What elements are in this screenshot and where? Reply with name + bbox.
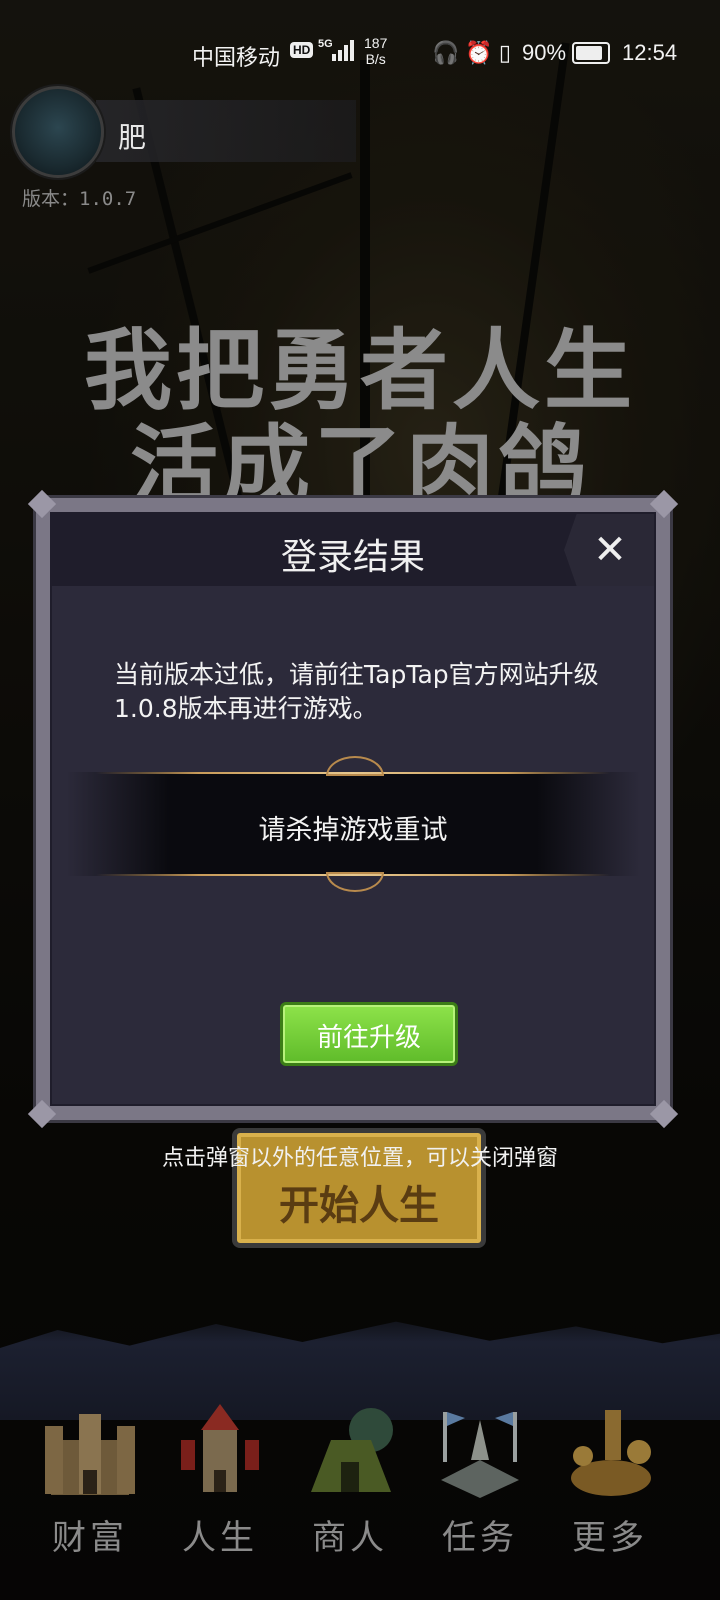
upgrade-button-label: 前往升级 (316, 1023, 421, 1053)
headphone-icon: 🎧 (432, 40, 466, 65)
ornament-bottom-icon (326, 872, 384, 892)
alarm-icon: ⏰ (465, 40, 499, 65)
dialog-message: 当前版本过低，请前往TapTap官方网站升级1.0.8版本再进行游戏。 (114, 660, 599, 723)
tower-icon (181, 1404, 259, 1492)
clock: 12:54 (622, 40, 678, 65)
retry-banner: 请杀掉游戏重试 (66, 756, 640, 892)
network-type: 5G (318, 38, 333, 50)
close-icon: ✕ (593, 527, 627, 573)
vibrate-icon: ▯ (498, 40, 517, 65)
castle-icon (45, 1414, 135, 1495)
retry-banner-text: 请杀掉游戏重试 (258, 815, 448, 846)
dialog-title: 登录结果 (280, 537, 425, 578)
close-button[interactable]: ✕ (584, 524, 636, 576)
status-bar: 中国移动 HD 5G 187 B/s 🎧⏰▯ 90% 12:54 (0, 0, 720, 104)
start-life-label: 开始人生 (279, 1183, 439, 1229)
nav-item-life[interactable]: 人生 (155, 1390, 285, 1600)
version-label: 版本：1.0.7 (22, 188, 137, 210)
nav-label-life: 人生 (182, 1518, 258, 1558)
upgrade-button[interactable]: 前往升级 (280, 1002, 458, 1066)
quest-altar-icon (441, 1412, 519, 1498)
player-name: 肥 (118, 121, 147, 154)
nav-label-quest: 任务 (442, 1518, 518, 1558)
login-result-dialog: 登录结果 ✕ 当前版本过低，请前往TapTap官方网站升级1.0.8版本再进行游… (27, 489, 679, 1129)
battery-percent: 90% (522, 40, 567, 65)
nav-item-merchant[interactable]: 商人 (285, 1390, 415, 1600)
nav-item-wealth[interactable]: 财富 (25, 1390, 155, 1600)
headphone-alarm-vibrate-icons: 🎧⏰▯ (432, 40, 517, 66)
nav-item-quest[interactable]: 任务 (415, 1390, 545, 1600)
bottom-nav: 财富 人生 商人 任务 更多 (0, 1390, 720, 1600)
workshop-icon (571, 1410, 651, 1496)
nav-label-more: 更多 (572, 1518, 648, 1558)
dialog-body: 登录结果 ✕ 当前版本过低，请前往TapTap官方网站升级1.0.8版本再进行游… (50, 512, 656, 1106)
speed-unit: B/s (365, 51, 386, 67)
merchant-tent-icon (311, 1408, 393, 1492)
dismiss-hint: 点击弹窗以外的任意位置，可以关闭弹窗 (161, 1146, 558, 1171)
nav-item-more[interactable]: 更多 (545, 1390, 675, 1600)
battery-icon (572, 42, 610, 64)
nav-label-wealth: 财富 (52, 1518, 128, 1558)
ornament-top-icon (326, 756, 384, 776)
hd-badge: HD (290, 42, 314, 58)
network-speed: 187 B/s (364, 35, 387, 67)
carrier-label: 中国移动 (192, 45, 281, 70)
avatar[interactable] (12, 86, 104, 178)
dialog-header: 登录结果 ✕ (52, 514, 654, 586)
nav-label-merchant: 商人 (312, 1518, 388, 1558)
speed-value: 187 (364, 35, 388, 51)
